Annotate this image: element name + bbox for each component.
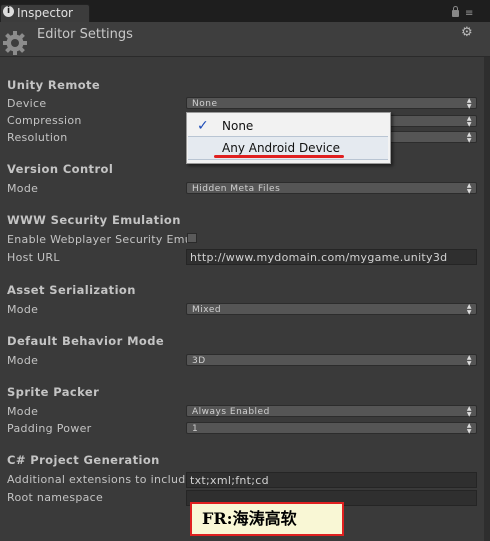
page-title: Editor Settings — [37, 27, 133, 42]
padding-power-popup[interactable]: 1 ▲ ▼ — [186, 422, 477, 435]
device-popup-value: None — [192, 99, 218, 109]
enable-security-checkbox[interactable] — [187, 233, 197, 243]
popup-arrows-icon: ▲ ▼ — [466, 131, 472, 144]
device-label: Device — [7, 97, 47, 110]
tab-label: Inspector — [17, 6, 73, 20]
tab-inspector[interactable]: i Inspector — [0, 4, 90, 23]
section-unity-remote: Unity Remote — [7, 78, 101, 92]
sp-mode-popup[interactable]: Always Enabled ▲ ▼ — [186, 405, 477, 418]
settings-gear-icon[interactable]: ⚙ — [461, 26, 473, 39]
vc-mode-label: Mode — [7, 182, 39, 195]
db-mode-value: 3D — [192, 356, 206, 366]
host-url-field[interactable]: http://www.mydomain.com/mygame.unity3d — [186, 249, 477, 265]
host-url-label: Host URL — [7, 251, 60, 264]
vc-mode-value: Hidden Meta Files — [192, 184, 281, 194]
resolution-label: Resolution — [7, 131, 68, 144]
section-asset-serialization: Asset Serialization — [7, 283, 136, 297]
dropdown-option-label: None — [222, 119, 254, 133]
annotation-underline — [214, 155, 344, 158]
popup-arrows-icon: ▲ ▼ — [466, 115, 472, 128]
enable-security-label: Enable Webplayer Security Emu — [7, 233, 193, 246]
info-icon: i — [3, 6, 14, 17]
sp-mode-value: Always Enabled — [192, 407, 270, 417]
checkmark-icon: ✓ — [197, 118, 209, 134]
popup-arrows-icon: ▲ ▼ — [466, 354, 472, 367]
extensions-field[interactable]: txt;xml;fnt;cd — [186, 472, 477, 488]
popup-arrows-icon: ▲ ▼ — [466, 303, 472, 316]
popup-arrows-icon: ▲ ▼ — [466, 97, 472, 110]
compression-label: Compression — [7, 114, 82, 127]
as-mode-popup[interactable]: Mixed ▲ ▼ — [186, 303, 477, 316]
vc-mode-popup[interactable]: Hidden Meta Files ▲ ▼ — [186, 182, 477, 195]
section-www-security: WWW Security Emulation — [7, 213, 181, 227]
watermark-label: FR:海涛高软 — [190, 502, 344, 536]
popup-arrows-icon: ▲ ▼ — [466, 422, 472, 435]
root-namespace-label: Root namespace — [7, 491, 104, 504]
section-version-control: Version Control — [7, 162, 114, 176]
as-mode-value: Mixed — [192, 305, 222, 315]
inspector-header: Editor Settings ⚙ — [0, 22, 490, 57]
popup-arrows-icon: ▲ ▼ — [466, 182, 472, 195]
popup-arrows-icon: ▲ ▼ — [466, 405, 472, 418]
db-mode-popup[interactable]: 3D ▲ ▼ — [186, 354, 477, 367]
padding-power-label: Padding Power — [7, 422, 92, 435]
section-default-behavior: Default Behavior Mode — [7, 334, 165, 348]
lock-icon[interactable] — [452, 6, 459, 17]
extensions-label: Additional extensions to include — [7, 473, 193, 486]
tab-bar: i Inspector ≡ — [0, 0, 490, 23]
sp-mode-label: Mode — [7, 405, 39, 418]
dropdown-option-none[interactable]: ✓ None — [188, 115, 388, 137]
device-popup[interactable]: None ▲ ▼ — [186, 97, 477, 110]
section-csharp-generation: C# Project Generation — [7, 453, 160, 467]
gear-icon — [3, 31, 27, 55]
scrollbar[interactable] — [484, 57, 490, 541]
context-menu-icon[interactable]: ≡ — [465, 9, 473, 19]
db-mode-label: Mode — [7, 354, 39, 367]
padding-power-value: 1 — [192, 424, 199, 434]
section-sprite-packer: Sprite Packer — [7, 385, 100, 399]
as-mode-label: Mode — [7, 303, 39, 316]
